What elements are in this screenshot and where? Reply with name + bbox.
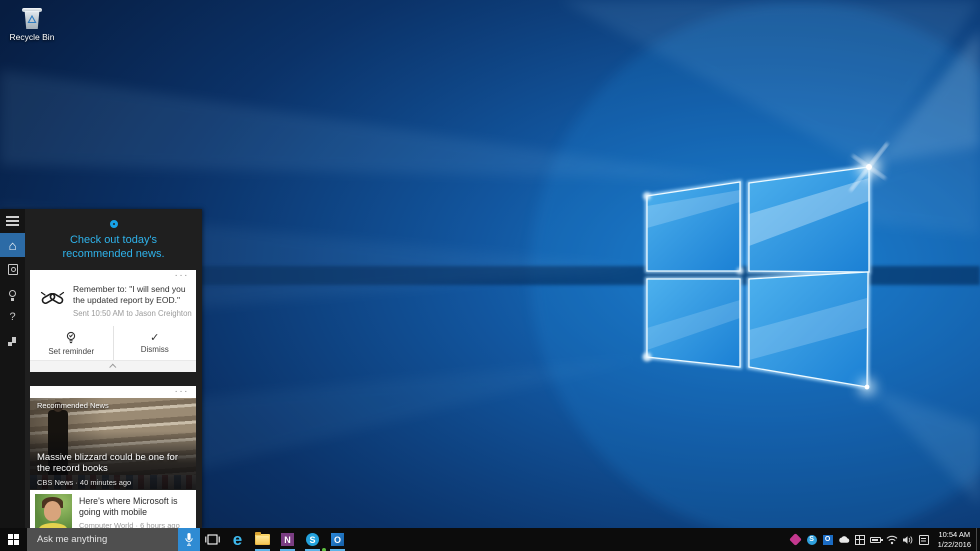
taskbar-app-file-explorer[interactable] xyxy=(250,528,275,551)
microphone-button[interactable] xyxy=(178,528,200,551)
cortana-content: Check out today's recommended news. ··· … xyxy=(25,209,202,528)
cortana-panel: ⌂ ? Check out today's recommended news. … xyxy=(0,209,202,528)
sidebar-item-notebook[interactable] xyxy=(0,257,25,281)
edge-icon: e xyxy=(233,531,242,548)
dismiss-label: Dismiss xyxy=(141,345,169,354)
reminder-body: Remember to: "I will send you the update… xyxy=(30,270,196,318)
onedrive-cloud-icon[interactable] xyxy=(838,534,850,546)
reminder-card-menu-icon[interactable]: ··· xyxy=(175,270,190,281)
tray-skype-status-icon[interactable]: S xyxy=(806,534,818,546)
reminder-subtitle: Sent 10:50 AM to Jason Creighton xyxy=(73,309,192,318)
show-desktop-button[interactable] xyxy=(976,528,980,551)
help-icon: ? xyxy=(9,311,15,323)
task-view-button[interactable] xyxy=(200,528,225,551)
chevron-up-icon xyxy=(109,364,116,371)
clock-date: 1/22/2016 xyxy=(938,540,971,550)
file-explorer-icon xyxy=(255,534,270,545)
set-reminder-button[interactable]: Set reminder xyxy=(30,326,114,360)
news-card-header: ··· xyxy=(30,386,196,398)
skype-icon: S xyxy=(306,533,319,546)
tray-outlook-icon[interactable]: O xyxy=(822,534,834,546)
taskbar-app-onenote[interactable]: N xyxy=(275,528,300,551)
reminder-bulb-icon xyxy=(65,331,77,345)
recycle-bin-label: Recycle Bin xyxy=(8,32,56,42)
recycle-bin-desktop-icon[interactable]: Recycle Bin xyxy=(8,6,56,42)
taskbar: e N S O S O xyxy=(0,528,980,551)
news-source: CBS News · 40 minutes ago xyxy=(37,478,131,487)
cortana-sidebar: ⌂ ? xyxy=(0,209,25,528)
sidebar-item-home[interactable]: ⌂ xyxy=(0,233,25,257)
news-card-menu-icon[interactable]: ··· xyxy=(175,386,190,397)
reminder-title: Remember to: "I will send you the update… xyxy=(73,284,192,306)
taskbar-app-outlook[interactable]: O xyxy=(325,528,350,551)
start-button[interactable] xyxy=(0,528,27,551)
set-reminder-label: Set reminder xyxy=(48,347,94,356)
volume-icon[interactable] xyxy=(902,534,914,546)
sidebar-item-reminders[interactable] xyxy=(0,281,25,305)
news-source: Computer World · 6 hours ago xyxy=(79,521,191,528)
news-card-blizzard[interactable]: ··· Recommended News Massive blizzard co… xyxy=(30,386,196,489)
dismiss-button[interactable]: ✓ Dismiss xyxy=(114,326,197,360)
home-icon: ⌂ xyxy=(9,239,17,252)
search-input[interactable] xyxy=(27,528,178,551)
tray-device-grid-icon[interactable] xyxy=(854,534,866,546)
recommended-news-label: Recommended News xyxy=(37,401,109,410)
handshake-icon xyxy=(39,285,66,312)
reminder-card[interactable]: ··· Remember to: "I will send you the up… xyxy=(30,270,196,372)
clock-time: 10:54 AM xyxy=(938,530,971,540)
onenote-icon: N xyxy=(281,533,294,546)
cortana-greeting: Check out today's recommended news. xyxy=(35,233,193,262)
windows-logo-icon xyxy=(8,534,19,545)
feedback-icon xyxy=(8,336,18,346)
news-thumbnail-portrait xyxy=(35,494,72,528)
recycle-symbol-icon xyxy=(27,15,37,24)
taskbar-app-skype[interactable]: S xyxy=(300,528,325,551)
desktop: Recycle Bin ⌂ ? Check out xyxy=(0,0,980,551)
sidebar-item-help[interactable]: ? xyxy=(0,305,25,329)
outlook-icon: O xyxy=(331,533,344,546)
recycle-bin-icon xyxy=(22,6,42,30)
hamburger-menu-button[interactable] xyxy=(0,209,25,233)
news-photo-empty-shelves: Recommended News Massive blizzard could … xyxy=(30,398,196,489)
reminder-texts: Remember to: "I will send you the update… xyxy=(73,284,192,318)
system-tray: S O xyxy=(787,528,933,551)
checkmark-icon: ✓ xyxy=(150,333,159,343)
cortana-ring-icon xyxy=(110,220,118,228)
hamburger-icon xyxy=(6,216,19,226)
task-view-icon xyxy=(205,533,220,546)
sidebar-item-feedback[interactable] xyxy=(0,329,25,353)
notebook-icon xyxy=(8,264,18,275)
news-headline: Massive blizzard could be one for the re… xyxy=(37,452,191,475)
battery-icon[interactable] xyxy=(870,534,882,546)
action-center-icon[interactable] xyxy=(918,534,930,546)
cortana-search-box[interactable] xyxy=(27,528,200,551)
wifi-icon[interactable] xyxy=(886,534,898,546)
microphone-icon xyxy=(184,532,194,547)
reminder-actions: Set reminder ✓ Dismiss xyxy=(30,326,196,360)
news-texts: Here's where Microsoft is going with mob… xyxy=(79,494,191,528)
news-headline: Here's where Microsoft is going with mob… xyxy=(79,496,191,519)
lightbulb-icon xyxy=(9,290,16,297)
reminder-collapse-button[interactable] xyxy=(30,360,196,372)
tray-app-pink-icon[interactable] xyxy=(790,534,802,546)
taskbar-app-edge[interactable]: e xyxy=(225,528,250,551)
taskbar-clock[interactable]: 10:54 AM 1/22/2016 xyxy=(933,530,976,550)
news-card-microsoft-mobile[interactable]: Here's where Microsoft is going with mob… xyxy=(30,490,196,528)
